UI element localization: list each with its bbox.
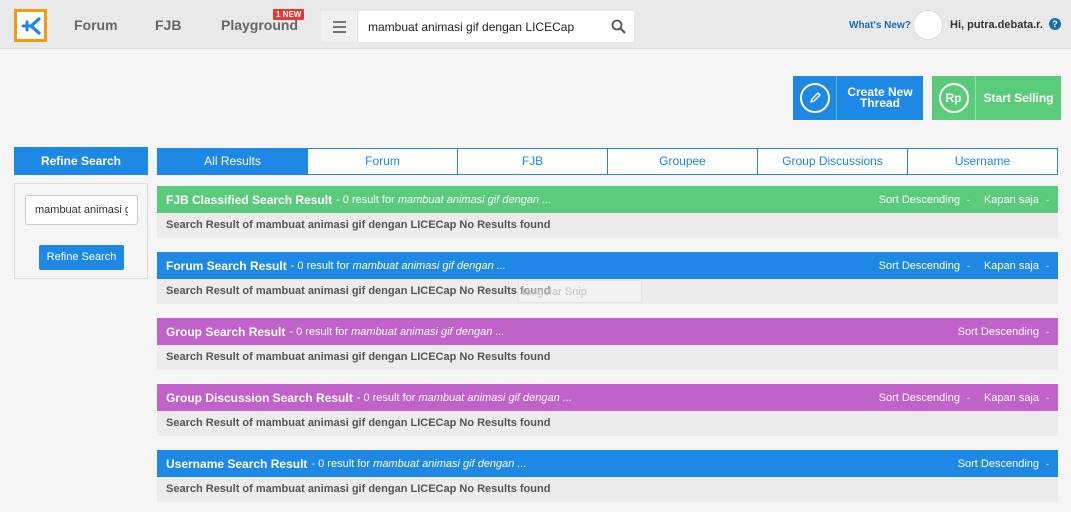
create-thread-button[interactable]: Create New Thread — [793, 76, 923, 120]
sort-dropdown[interactable]: Sort Descending - — [879, 392, 970, 404]
hamburger-menu-icon[interactable] — [321, 11, 358, 42]
sort-dropdown[interactable]: Sort Descending - — [879, 260, 970, 272]
new-badge: 1 NEW — [273, 9, 305, 20]
section-header: Forum Search Result - 0 result for mambu… — [157, 252, 1058, 279]
no-results-message: Search Result of mambuat animasi gif den… — [157, 477, 1058, 502]
tab-username[interactable]: Username — [908, 149, 1057, 174]
group-discussion-result-section: Group Discussion Search Result - 0 resul… — [157, 384, 1058, 436]
section-header: Username Search Result - 0 result for ma… — [157, 450, 1058, 477]
pencil-icon — [799, 83, 830, 113]
refine-search-input[interactable] — [25, 195, 138, 225]
section-summary: - 0 result for mambuat animasi gif denga… — [356, 391, 572, 404]
section-title: FJB Classified Search Result — [166, 192, 333, 207]
tab-groupee[interactable]: Groupee — [608, 149, 758, 174]
search-icon[interactable] — [611, 19, 626, 34]
section-summary: - 0 result for mambuat animasi gif denga… — [290, 259, 506, 272]
rupiah-icon: Rp — [938, 83, 969, 113]
tab-fjb[interactable]: FJB — [458, 149, 608, 174]
no-results-message: Search Result of mambuat animasi gif den… — [157, 345, 1058, 370]
username-result-section: Username Search Result - 0 result for ma… — [157, 450, 1058, 502]
section-summary: - 0 result for mambuat animasi gif denga… — [311, 457, 527, 470]
section-title: Group Discussion Search Result — [166, 390, 353, 405]
start-selling-label: Start Selling — [983, 90, 1054, 105]
nav-forum-link[interactable]: Forum — [74, 17, 118, 33]
whats-new-link[interactable]: What's New? — [849, 20, 911, 31]
tab-group-discussions[interactable]: Group Discussions — [758, 149, 908, 174]
search-input[interactable] — [368, 11, 600, 42]
time-filter-dropdown[interactable]: Kapan saja - — [984, 260, 1049, 272]
refine-search-button[interactable]: Refine Search — [39, 245, 124, 270]
top-navbar: Forum FJB Playground 1 NEW What's New? H… — [0, 0, 1071, 49]
sort-dropdown[interactable]: Sort Descending - — [958, 326, 1049, 338]
section-summary: - 0 result for mambuat animasi gif denga… — [336, 193, 552, 206]
group-result-section: Group Search Result - 0 result for mambu… — [157, 318, 1058, 370]
kaskus-logo-icon[interactable] — [14, 9, 47, 42]
fjb-result-section: FJB Classified Search Result - 0 result … — [157, 186, 1058, 238]
sort-dropdown[interactable]: Sort Descending - — [958, 458, 1049, 470]
create-thread-label: Create New Thread — [847, 85, 913, 110]
time-filter-dropdown[interactable]: Kapan saja - — [984, 392, 1049, 404]
snip-tooltip-remnant: tangular Snip — [518, 280, 642, 303]
avatar[interactable] — [913, 10, 943, 40]
section-header: Group Discussion Search Result - 0 resul… — [157, 384, 1058, 411]
user-greeting[interactable]: Hi, putra.debata.r. — [950, 19, 1043, 31]
refine-search-heading: Refine Search — [14, 147, 148, 175]
help-icon[interactable]: ? — [1049, 18, 1061, 30]
search-bar — [321, 11, 634, 42]
nav-fjb-link[interactable]: FJB — [155, 17, 181, 33]
no-results-message: Search Result of mambuat animasi gif den… — [157, 411, 1058, 436]
sort-dropdown[interactable]: Sort Descending - — [879, 194, 970, 206]
result-tabs: All Results Forum FJB Groupee Group Disc… — [157, 148, 1058, 175]
section-summary: - 0 result for mambuat animasi gif denga… — [289, 325, 505, 338]
start-selling-button[interactable]: Rp Start Selling — [932, 76, 1061, 120]
section-header: FJB Classified Search Result - 0 result … — [157, 186, 1058, 213]
tab-forum[interactable]: Forum — [308, 149, 458, 174]
section-title: Forum Search Result — [166, 258, 287, 273]
refine-search-panel: Refine Search — [14, 183, 148, 279]
section-title: Username Search Result — [166, 456, 308, 471]
time-filter-dropdown[interactable]: Kapan saja - — [984, 194, 1049, 206]
tab-all-results[interactable]: All Results — [158, 149, 308, 174]
section-title: Group Search Result — [166, 324, 286, 339]
no-results-message: Search Result of mambuat animasi gif den… — [157, 213, 1058, 238]
section-header: Group Search Result - 0 result for mambu… — [157, 318, 1058, 345]
